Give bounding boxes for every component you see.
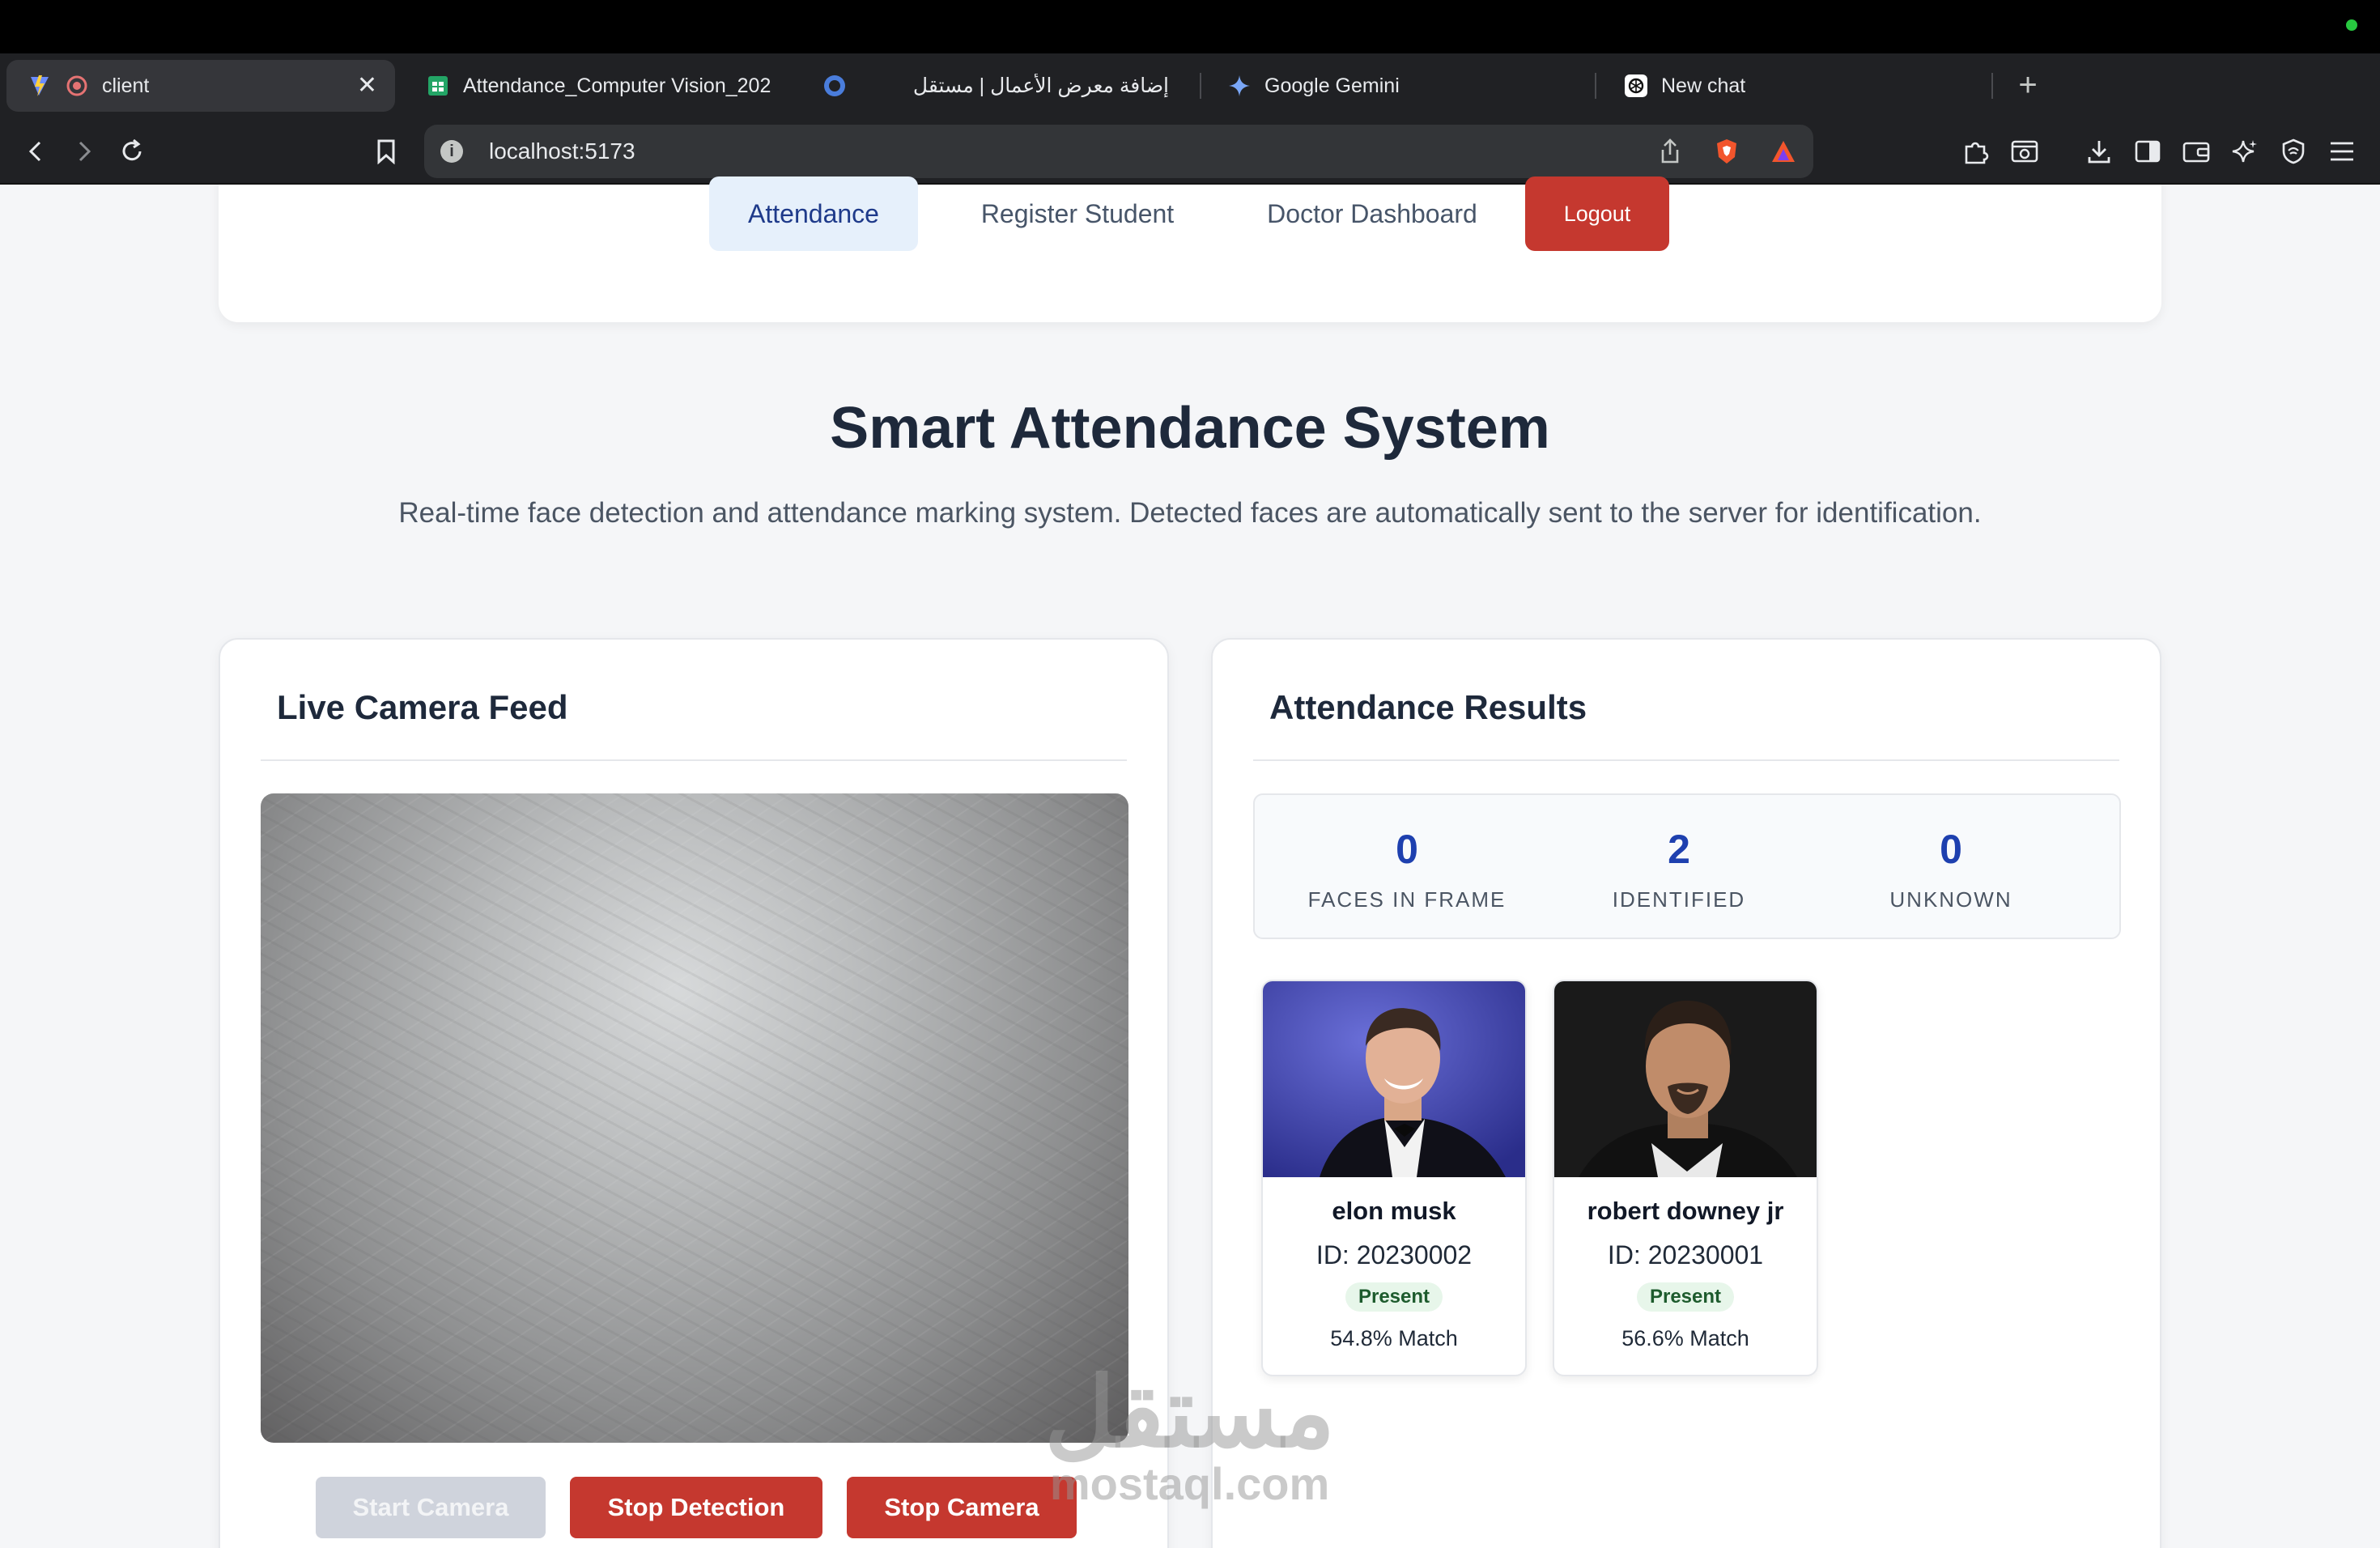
- status-badge: Present: [1636, 1282, 1735, 1312]
- tab-title: Google Gemini: [1264, 74, 1400, 97]
- tab-title: New chat: [1661, 74, 1746, 97]
- start-camera-button[interactable]: Start Camera: [316, 1477, 546, 1538]
- stop-camera-button[interactable]: Stop Camera: [847, 1477, 1077, 1538]
- stat-unknown: 0 UNKNOWN: [1815, 795, 2087, 941]
- tab-title: إضافة معرض الأعمال | مستقل: [912, 74, 1169, 97]
- bookmark-icon[interactable]: [364, 130, 408, 173]
- tab-client[interactable]: client ✕: [6, 60, 395, 112]
- status-dot: [2346, 19, 2357, 31]
- nav-attendance[interactable]: Attendance: [709, 176, 918, 251]
- brave-rewards-icon[interactable]: [1765, 139, 1802, 164]
- recording-icon: [65, 74, 89, 98]
- tab-new-chat[interactable]: New chat: [1603, 60, 1991, 112]
- stat-value: 2: [1668, 827, 1690, 872]
- tab-title: Attendance_Computer Vision_202: [463, 74, 771, 97]
- leo-ai-icon[interactable]: [2223, 130, 2267, 173]
- results-panel: Attendance Results 0 FACES IN FRAME 2 ID…: [1211, 638, 2161, 1548]
- stat-value: 0: [1940, 827, 1962, 872]
- watermark-latin: mostaql.com: [1049, 1458, 1330, 1509]
- new-tab-button[interactable]: +: [2006, 65, 2050, 105]
- tab-separator: [1595, 73, 1596, 99]
- vite-icon: [28, 74, 52, 98]
- student-card: robert downey jr ID: 20230001 Present 56…: [1553, 980, 1818, 1376]
- tab-title: client: [102, 74, 150, 97]
- tab-gemini[interactable]: Google Gemini: [1206, 60, 1595, 112]
- student-name: elon musk: [1332, 1197, 1456, 1225]
- sidebar-icon[interactable]: [2126, 130, 2170, 173]
- address-bar[interactable]: i localhost:5173: [424, 125, 1813, 178]
- vpn-shield-icon[interactable]: [2272, 130, 2315, 173]
- site-info-icon[interactable]: i: [440, 140, 463, 163]
- google-sheets-icon: [426, 74, 450, 98]
- stop-detection-button[interactable]: Stop Detection: [570, 1477, 822, 1538]
- stat-label: FACES IN FRAME: [1307, 887, 1507, 912]
- match-score: 56.6% Match: [1621, 1326, 1749, 1350]
- stat-identified: 2 IDENTIFIED: [1543, 795, 1815, 941]
- logout-button[interactable]: Logout: [1525, 176, 1669, 251]
- extensions-icon[interactable]: [1954, 130, 1998, 173]
- brave-shields-icon[interactable]: [1708, 138, 1745, 165]
- stat-label: UNKNOWN: [1889, 887, 2012, 912]
- tab-separator: [1200, 73, 1201, 99]
- camera-panel-title: Live Camera Feed: [277, 688, 568, 726]
- nav-doctor-dashboard[interactable]: Doctor Dashboard: [1242, 176, 1502, 251]
- student-name: robert downey jr: [1587, 1197, 1784, 1225]
- nav-register-student[interactable]: Register Student: [954, 176, 1201, 251]
- page-title: Smart Attendance System: [830, 396, 1550, 461]
- stat-value: 0: [1396, 827, 1418, 872]
- chatgpt-icon: [1624, 74, 1648, 98]
- tab-mostaql[interactable]: إضافة معرض الأعمال | مستقل: [801, 60, 1190, 112]
- tab-separator: [1991, 73, 1993, 99]
- menu-icon[interactable]: [2320, 130, 2364, 173]
- results-panel-title: Attendance Results: [1269, 688, 1587, 726]
- camera-panel: Live Camera Feed Start Camera Stop Detec…: [219, 638, 1169, 1548]
- stat-faces-in-frame: 0 FACES IN FRAME: [1271, 795, 1543, 941]
- watermark-arabic: مستقل: [1044, 1359, 1336, 1467]
- student-id: ID: 20230001: [1607, 1240, 1764, 1269]
- match-score: 54.8% Match: [1330, 1326, 1458, 1350]
- student-photo: [1554, 981, 1817, 1177]
- stats-summary: 0 FACES IN FRAME 2 IDENTIFIED 0 UNKNOWN: [1253, 793, 2121, 939]
- page-subtitle: Real-time face detection and attendance …: [398, 497, 1982, 529]
- wallet-icon[interactable]: [2174, 130, 2218, 173]
- reload-icon[interactable]: [110, 130, 154, 173]
- status-badge: Present: [1345, 1282, 1443, 1312]
- back-icon[interactable]: [15, 130, 58, 173]
- student-photo: [1263, 981, 1525, 1177]
- close-tab-icon[interactable]: ✕: [357, 71, 377, 100]
- student-card: elon musk ID: 20230002 Present 54.8% Mat…: [1261, 980, 1527, 1376]
- share-icon[interactable]: [1651, 138, 1689, 164]
- tab-strip: client ✕ Attendance_Computer Vision_202 …: [0, 53, 2380, 118]
- forward-icon[interactable]: [62, 130, 105, 173]
- student-id: ID: 20230002: [1315, 1240, 1473, 1269]
- download-icon[interactable]: [2077, 130, 2121, 173]
- divider: [1253, 759, 2119, 761]
- mostaql-icon: [822, 74, 847, 98]
- divider: [261, 759, 1127, 761]
- tab-sheets[interactable]: Attendance_Computer Vision_202: [405, 60, 793, 112]
- browser-toolbar: i localhost:5173: [0, 118, 2380, 185]
- reader-mode-icon[interactable]: [2003, 130, 2046, 173]
- mostaql-watermark: مستقل mostaql.com: [1044, 1359, 1336, 1510]
- url-text: localhost:5173: [489, 138, 635, 164]
- system-top-bar: [0, 0, 2380, 53]
- camera-feed: [261, 793, 1128, 1443]
- gemini-icon: [1227, 74, 1252, 98]
- stat-label: IDENTIFIED: [1612, 887, 1746, 912]
